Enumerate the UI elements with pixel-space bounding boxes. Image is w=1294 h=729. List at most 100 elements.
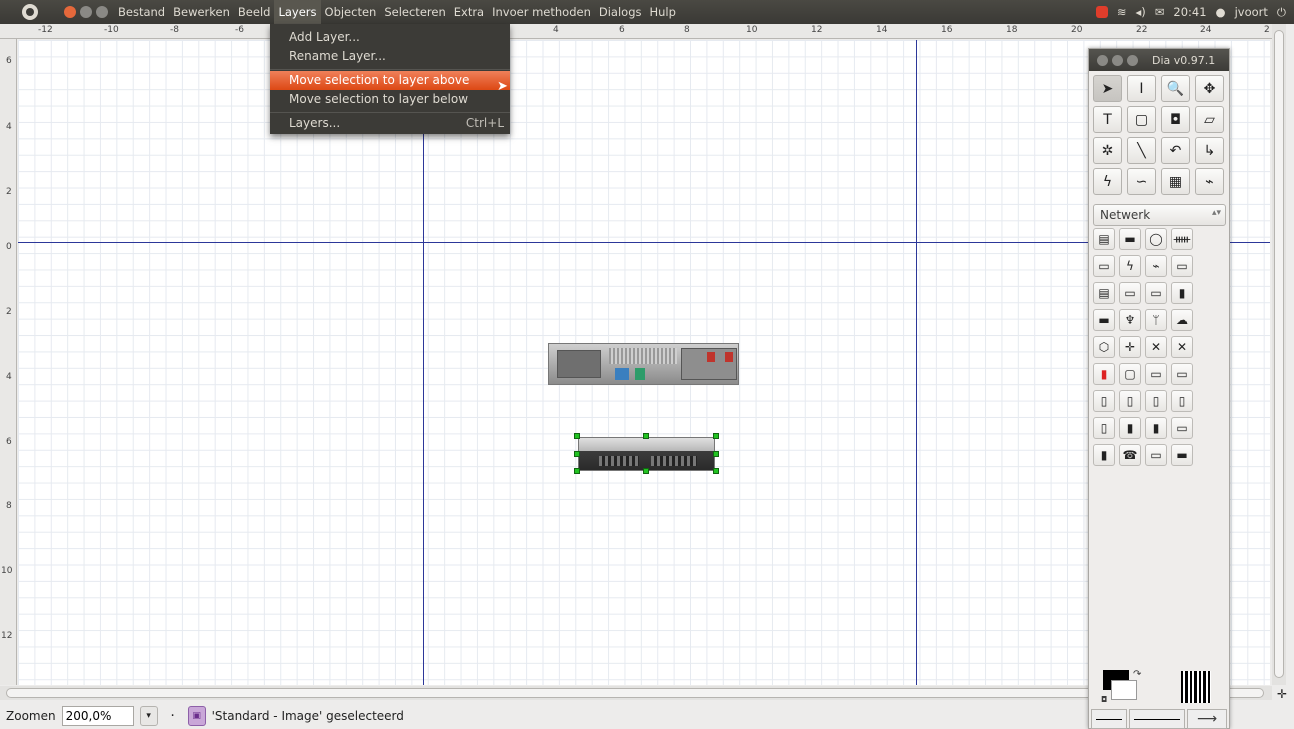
- line-width-selector[interactable]: [1181, 671, 1211, 703]
- monitor-icon[interactable]: ▬: [1119, 228, 1141, 250]
- computer-icon[interactable]: ▤: [1093, 228, 1115, 250]
- power-icon[interactable]: ⏻: [1277, 5, 1286, 20]
- user-icon[interactable]: ●: [1216, 5, 1226, 19]
- menu-beeld[interactable]: Beeld: [234, 0, 275, 24]
- menu-item-layers-dialog[interactable]: Layers... Ctrl+L: [270, 114, 510, 133]
- scanner-icon[interactable]: ▭: [1145, 282, 1167, 304]
- server-image-rear[interactable]: [548, 343, 739, 385]
- bridge-icon[interactable]: ▭: [1145, 363, 1167, 385]
- polygon-icon[interactable]: ▱: [1195, 106, 1224, 133]
- beziergon-icon[interactable]: ✲: [1093, 137, 1122, 164]
- box-icon[interactable]: ▢: [1127, 106, 1156, 133]
- menu-hulp[interactable]: Hulp: [646, 0, 680, 24]
- ellipse-icon[interactable]: ◘: [1161, 106, 1190, 133]
- image-icon[interactable]: ▦: [1161, 168, 1190, 195]
- close-window-icon[interactable]: [1097, 54, 1108, 66]
- flat-device-icon[interactable]: ▬: [1093, 309, 1115, 331]
- zigzag-icon[interactable]: ↳: [1195, 137, 1224, 164]
- telephone-icon[interactable]: ☎: [1119, 444, 1141, 466]
- text-tool-icon[interactable]: T: [1093, 106, 1122, 133]
- selection-handle[interactable]: [574, 451, 580, 457]
- arc-icon[interactable]: ↶: [1161, 137, 1190, 164]
- menu-layers[interactable]: Layers: [274, 0, 321, 24]
- tower2-icon[interactable]: ▯: [1119, 390, 1141, 412]
- user-name[interactable]: jvoort: [1235, 5, 1268, 19]
- magnify-icon[interactable]: 🔍: [1161, 75, 1190, 102]
- tower8-icon[interactable]: ▭: [1171, 417, 1193, 439]
- printer-icon[interactable]: ▭: [1093, 255, 1115, 277]
- swap-colors-icon[interactable]: ↷: [1133, 669, 1141, 680]
- line-style-button[interactable]: [1129, 709, 1185, 729]
- selection-handle[interactable]: [713, 433, 719, 439]
- snap-to-objects-icon[interactable]: ▣: [187, 706, 206, 726]
- selection-handle[interactable]: [643, 468, 649, 474]
- selection-handle[interactable]: [713, 451, 719, 457]
- server-image-front[interactable]: [578, 437, 715, 471]
- close-window-icon[interactable]: [64, 6, 76, 18]
- router-icon[interactable]: ✛: [1119, 336, 1141, 358]
- menu-item-add-layer[interactable]: Add Layer...: [270, 28, 510, 47]
- wifi-icon[interactable]: ≋: [1117, 5, 1127, 19]
- mail-icon[interactable]: ✉: [1155, 5, 1165, 19]
- clock[interactable]: 20:41: [1173, 5, 1206, 19]
- switch-icon[interactable]: ▭: [1119, 282, 1141, 304]
- selection-handle[interactable]: [574, 468, 580, 474]
- cross-icon[interactable]: ✕: [1171, 336, 1193, 358]
- sheet-selector[interactable]: Netwerk ▴▾: [1093, 204, 1226, 226]
- tower5-icon[interactable]: ▯: [1093, 417, 1115, 439]
- nas-icon[interactable]: ▭: [1171, 363, 1193, 385]
- horizontal-scroll-thumb[interactable]: [6, 688, 1264, 698]
- lightning-icon[interactable]: ϟ: [1119, 255, 1141, 277]
- minimize-window-icon[interactable]: [1112, 54, 1123, 66]
- menu-extra[interactable]: Extra: [450, 0, 488, 24]
- modem-icon[interactable]: ▭: [1171, 255, 1193, 277]
- outline-icon[interactable]: ⌁: [1195, 168, 1224, 195]
- tower3-icon[interactable]: ▯: [1145, 390, 1167, 412]
- antenna-icon[interactable]: ♆: [1119, 309, 1141, 331]
- rack-icon[interactable]: ▤: [1093, 282, 1115, 304]
- update-indicator-icon[interactable]: [1095, 6, 1108, 18]
- bezier-icon[interactable]: ∽: [1127, 168, 1156, 195]
- text-cursor-icon[interactable]: I: [1127, 75, 1156, 102]
- minimize-window-icon[interactable]: [80, 6, 92, 18]
- default-colors-icon[interactable]: ◘: [1101, 695, 1107, 704]
- menu-objecten[interactable]: Objecten: [321, 0, 381, 24]
- storage-icon[interactable]: ◯: [1145, 228, 1167, 250]
- fork-icon[interactable]: ᛘ: [1145, 309, 1167, 331]
- menu-item-rename-layer[interactable]: Rename Layer...: [270, 47, 510, 66]
- desk-icon[interactable]: ▭: [1145, 444, 1167, 466]
- line-end-arrow-button[interactable]: ⟶: [1187, 709, 1227, 729]
- selection-handle[interactable]: [574, 433, 580, 439]
- move-icon[interactable]: ✥: [1195, 75, 1224, 102]
- display-icon[interactable]: ▢: [1119, 363, 1141, 385]
- pointer-icon[interactable]: ➤: [1093, 75, 1122, 102]
- selection-handle[interactable]: [713, 468, 719, 474]
- phone-tower-icon[interactable]: ▮: [1171, 282, 1193, 304]
- selection-handle[interactable]: [643, 433, 649, 439]
- zoom-input[interactable]: [61, 706, 134, 726]
- vertical-scrollbar[interactable]: [1272, 24, 1286, 685]
- menu-bewerken[interactable]: Bewerken: [169, 0, 234, 24]
- hub-icon[interactable]: ᚔ: [1171, 228, 1193, 250]
- firewall-icon[interactable]: ▮: [1093, 363, 1115, 385]
- crossover-icon[interactable]: ✕: [1145, 336, 1167, 358]
- cloud-icon[interactable]: ☁: [1171, 309, 1193, 331]
- tower7-icon[interactable]: ▮: [1145, 417, 1167, 439]
- snap-to-grid-icon[interactable]: ⋅: [164, 706, 182, 726]
- hexagon-icon[interactable]: ⬡: [1093, 336, 1115, 358]
- horizontal-scrollbar[interactable]: [0, 686, 1272, 700]
- background-color[interactable]: [1111, 680, 1137, 700]
- menu-selecteren[interactable]: Selecteren: [380, 0, 449, 24]
- bolt-icon[interactable]: ⌁: [1145, 255, 1167, 277]
- menu-item-move-selection-down[interactable]: Move selection to layer below: [270, 90, 510, 109]
- tower-icon[interactable]: ▯: [1093, 390, 1115, 412]
- tower6-icon[interactable]: ▮: [1119, 417, 1141, 439]
- polyline-icon[interactable]: ϟ: [1093, 168, 1122, 195]
- line-start-arrow-button[interactable]: [1091, 709, 1127, 729]
- maximize-window-icon[interactable]: [1127, 54, 1138, 66]
- menu-invoer-methoden[interactable]: Invoer methoden: [488, 0, 595, 24]
- menu-bestand[interactable]: Bestand: [114, 0, 169, 24]
- line-icon[interactable]: ╲: [1127, 137, 1156, 164]
- toolbox-titlebar[interactable]: Dia v0.97.1: [1089, 49, 1229, 71]
- ubuntu-logo-icon[interactable]: [22, 4, 38, 20]
